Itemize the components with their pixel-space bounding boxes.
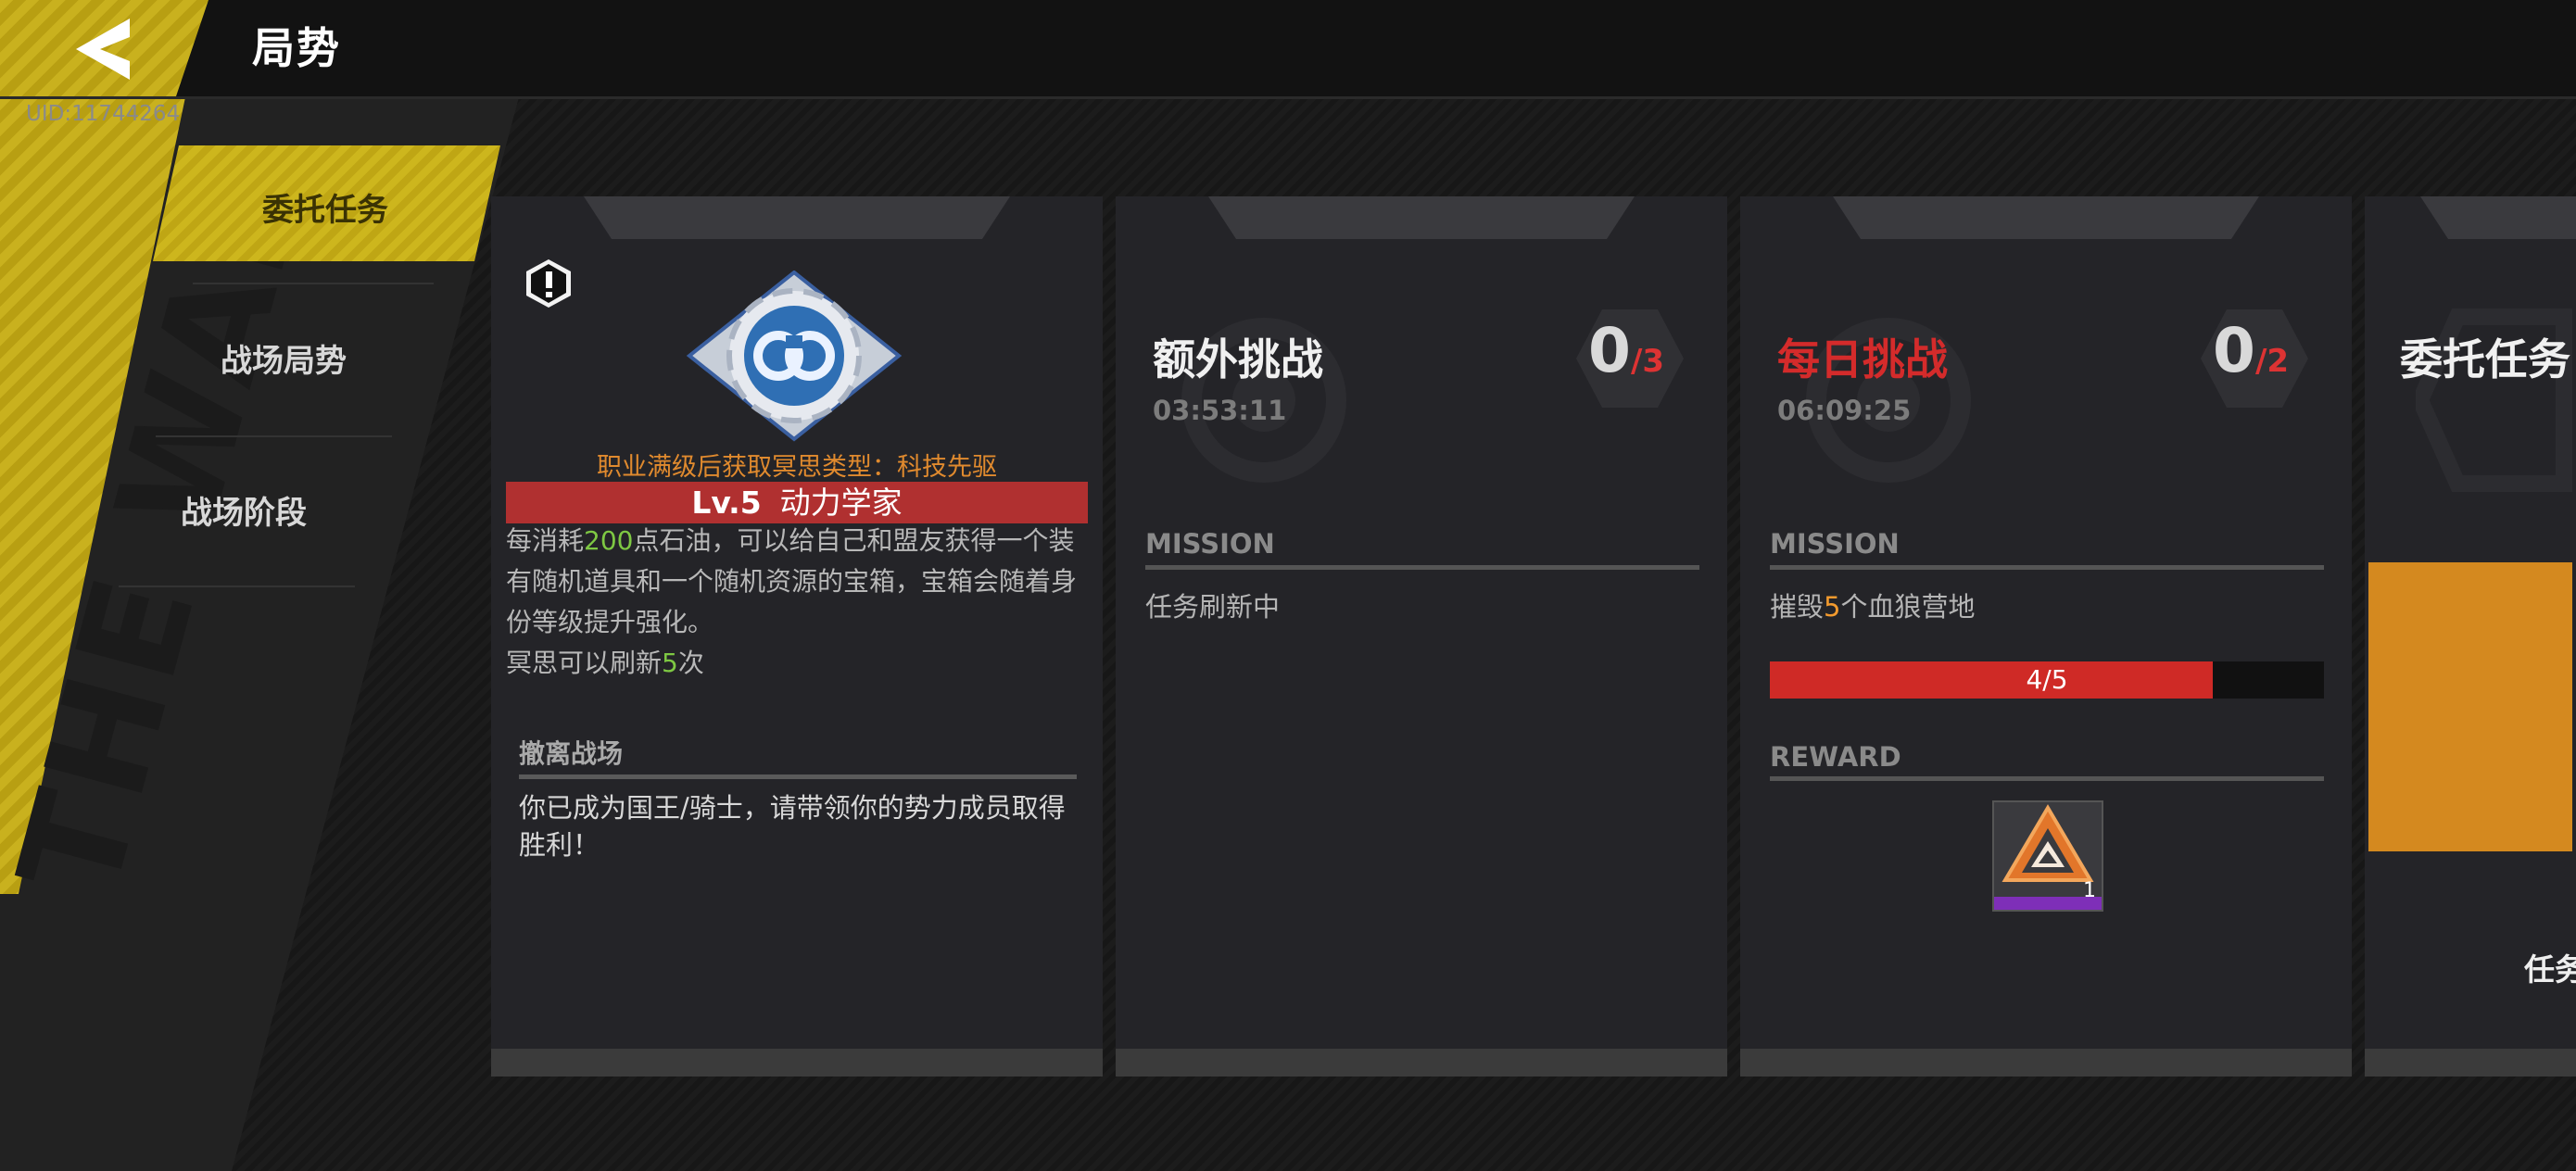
mission-target-value: 5 — [1824, 591, 1841, 623]
divider — [119, 586, 355, 587]
mission-text-part: 摧毁 — [1770, 591, 1825, 623]
card-notch — [2420, 196, 2576, 239]
class-description: 每消耗200点石油，可以给自己和盟友获得一个装有随机道具和一个随机资源的宝箱，宝… — [506, 521, 1080, 684]
mission-text: 任务刷新中 — [1145, 591, 1281, 623]
divider — [519, 774, 1077, 779]
card-notch — [1208, 196, 1635, 239]
sidebar-item-battlefield-stage[interactable]: 战场阶段 — [181, 487, 307, 533]
sidebar-item-commission[interactable]: 委托任务 — [153, 145, 500, 261]
daily-challenge-card[interactable]: 每日挑战 06:09:25 0/2 MISSION 摧毁5个血狼营地 4/5 R… — [1740, 196, 2352, 1077]
mission-label: MISSION — [1770, 528, 1900, 560]
withdraw-text: 你已成为国王/骑士，请带领你的势力成员取得胜利！ — [519, 792, 1066, 861]
count-current: 0 — [2213, 315, 2255, 386]
progress-text: 4/5 — [2026, 664, 2068, 695]
count-total: /3 — [1630, 343, 1665, 380]
refresh-count-value: 5 — [662, 648, 678, 678]
mission-text: 摧毁5个血狼营地 — [1770, 586, 1975, 624]
card-footer — [1740, 1049, 2352, 1077]
card-title: 每日挑战 — [1777, 334, 1948, 384]
card-title: 额外挑战 — [1153, 334, 1323, 384]
mission-progress-bar: 4/5 — [1770, 661, 2324, 699]
countdown-timer: 03:53:11 — [1153, 395, 1287, 426]
commission-partial-text: 任务 — [2524, 951, 2576, 988]
user-id-label: UID:11744264 — [26, 102, 181, 126]
card-footer — [2365, 1049, 2576, 1077]
extra-challenge-card[interactable]: 额外挑战 03:53:11 0/3 MISSION 任务刷新中 — [1116, 196, 1727, 1077]
commission-card[interactable]: 委托任务 任务 — [2365, 196, 2576, 1077]
card-notch — [584, 196, 1010, 239]
challenge-count: 0/2 — [2213, 315, 2289, 386]
card-footer — [491, 1049, 1103, 1077]
profession-card[interactable]: 职业满级后获取冥思类型：科技先驱 Lv.5 动力学家 每消耗200点石油，可以给自… — [491, 196, 1103, 1077]
count-current: 0 — [1588, 315, 1631, 386]
class-name: 动力学家 — [779, 485, 903, 521]
commission-image — [2368, 562, 2572, 851]
divider — [1770, 776, 2324, 781]
divider — [1145, 565, 1699, 570]
card-footer — [1116, 1049, 1727, 1077]
reward-item[interactable]: 1 — [1992, 800, 2103, 912]
top-bar — [0, 0, 2576, 99]
reward-quantity: 1 — [2083, 879, 2096, 902]
divider — [193, 283, 434, 284]
divider — [156, 435, 392, 437]
desc-text: 次 — [677, 648, 704, 678]
reward-label: REWARD — [1770, 741, 1901, 773]
divider — [1770, 565, 2324, 570]
class-gear-icon — [686, 271, 903, 442]
card-title: 委托任务 — [2400, 334, 2570, 384]
mission-text-part: 个血狼营地 — [1840, 591, 1976, 623]
class-hint-text: 职业满级后获取冥思类型：科技先驱 — [597, 453, 997, 482]
class-level-bar: Lv.5 动力学家 — [506, 482, 1088, 523]
alert-icon[interactable] — [523, 258, 575, 309]
count-total: /2 — [2254, 343, 2290, 380]
class-level: Lv.5 — [691, 485, 762, 521]
page-title: 局势 — [252, 23, 341, 73]
oil-cost-value: 200 — [584, 525, 634, 556]
desc-text: 每消耗 — [506, 525, 585, 556]
challenge-count: 0/3 — [1588, 315, 1664, 386]
withdraw-title[interactable]: 撤离战场 — [519, 734, 623, 771]
desc-text: 冥思可以刷新 — [506, 648, 663, 678]
back-button[interactable] — [0, 0, 208, 96]
card-notch — [1833, 196, 2259, 239]
countdown-timer: 06:09:25 — [1777, 395, 1912, 426]
sidebar-item-label: 委托任务 — [262, 192, 388, 229]
sidebar-item-battlefield-situation[interactable]: 战场局势 — [221, 335, 347, 381]
back-arrow-icon — [76, 19, 130, 80]
mission-label: MISSION — [1145, 528, 1275, 560]
